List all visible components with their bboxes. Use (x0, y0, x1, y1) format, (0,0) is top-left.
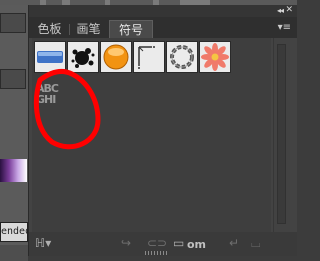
close-panel-icon[interactable]: ✕ (285, 5, 293, 15)
underlying-field[interactable] (0, 13, 26, 33)
blue-banner-icon (37, 51, 63, 63)
underlying-tab[interactable]: ended (0, 222, 28, 242)
vertical-scrollbar[interactable] (273, 38, 290, 232)
flower-icon (201, 43, 229, 71)
place-symbol-icon[interactable]: ↪ (121, 236, 131, 250)
corner-frame-icon (138, 46, 155, 69)
ghi-text: GHI (36, 93, 56, 106)
panel-resize-grip[interactable] (145, 251, 167, 255)
symbols-panel: ◂◂ ✕ 色板 画笔 符号 ▾≡ ABC GHI ℍ▾ ↪ ⊂⊃ ▭ om ↵ … (28, 5, 297, 256)
underlying-bottom-bar (0, 245, 28, 261)
tab-divider (69, 24, 70, 35)
symbol-grid: ABC GHI (32, 38, 271, 232)
symbol-options-icon[interactable]: ▭ (173, 236, 184, 250)
underlying-tab-label: ended (1, 226, 27, 237)
underlying-field[interactable] (0, 69, 26, 89)
symbol-library-menu-icon[interactable]: ℍ▾ (35, 236, 51, 250)
underlying-window-left: ended (0, 5, 28, 261)
break-link-icon[interactable]: ⊂⊃ (147, 236, 167, 250)
chain-ring-icon (170, 45, 194, 69)
symbol-ink-splat[interactable] (67, 41, 99, 73)
watermark-text: om (187, 238, 207, 251)
scrollbar-thumb[interactable] (277, 44, 286, 224)
panel-footer: ℍ▾ ↪ ⊂⊃ ▭ om ↵ ⌴ (29, 232, 297, 256)
tab-symbols[interactable]: 符号 (109, 20, 153, 38)
symbol-chain-ring[interactable] (166, 41, 198, 73)
symbol-blue-banner[interactable] (34, 41, 66, 73)
ink-splat-icon (71, 48, 95, 68)
delete-symbol-icon[interactable]: ⌴ (251, 236, 261, 251)
symbol-flower[interactable] (199, 41, 231, 73)
tab-swatches[interactable]: 色板 (32, 20, 67, 38)
panel-menu-icon[interactable]: ▾≡ (278, 22, 291, 33)
collapse-panel-icon[interactable]: ◂◂ (277, 6, 284, 15)
new-symbol-icon[interactable]: ↵ (229, 236, 239, 250)
symbol-orange-orb[interactable] (100, 41, 132, 73)
panel-title-bar[interactable]: ◂◂ ✕ (29, 5, 297, 17)
symbol-abc-ghi[interactable]: ABC GHI (36, 83, 64, 111)
panel-tabbar: 色板 画笔 符号 ▾≡ (29, 17, 297, 38)
orange-orb-icon (103, 44, 129, 70)
tab-brushes[interactable]: 画笔 (71, 20, 106, 38)
gradient-swatch[interactable] (0, 159, 27, 182)
symbol-corner-frame[interactable] (133, 41, 165, 73)
